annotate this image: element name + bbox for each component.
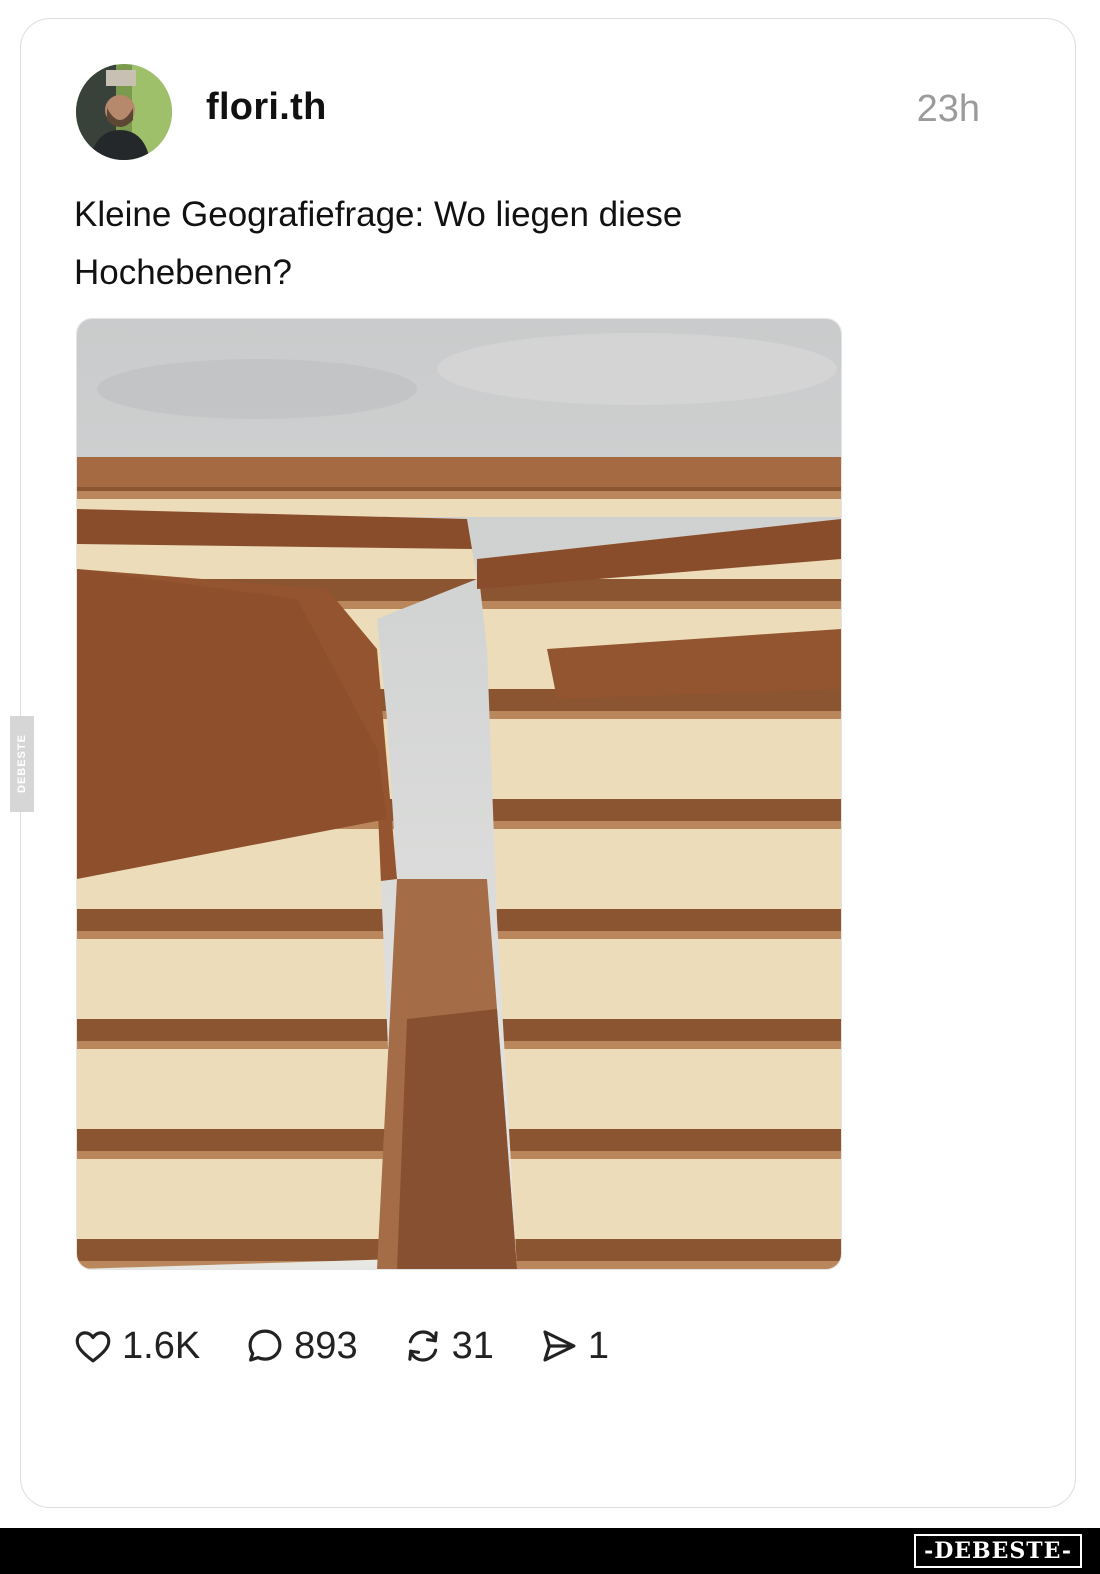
repost-count: 31 (451, 1324, 494, 1367)
share-count: 1 (587, 1324, 609, 1367)
watermark-side-tab: DEBESTE (10, 716, 34, 812)
comment-count: 893 (294, 1324, 358, 1367)
send-icon (543, 1330, 576, 1362)
speech-bubble-icon (248, 1329, 282, 1362)
post-timestamp: 23h (916, 88, 980, 130)
post-text: Kleine Geografiefrage: Wo liegen diese H… (74, 195, 683, 292)
action-bar: 1.6K 893 31 1 (72, 1320, 653, 1372)
like-count: 1.6K (122, 1324, 201, 1367)
avatar[interactable] (76, 64, 172, 160)
footer-bar: -DEBESTE- (0, 1528, 1100, 1574)
post-image[interactable] (76, 318, 842, 1270)
watermark-logo: -DEBESTE- (914, 1534, 1082, 1568)
repost-button[interactable]: 31 (402, 1325, 494, 1368)
repost-arrows-icon (407, 1330, 438, 1362)
username[interactable]: flori.th (206, 86, 327, 129)
comment-button[interactable]: 893 (244, 1324, 358, 1368)
like-button[interactable]: 1.6K (72, 1325, 200, 1368)
heart-icon (75, 1331, 111, 1363)
share-button[interactable]: 1 (538, 1325, 609, 1368)
